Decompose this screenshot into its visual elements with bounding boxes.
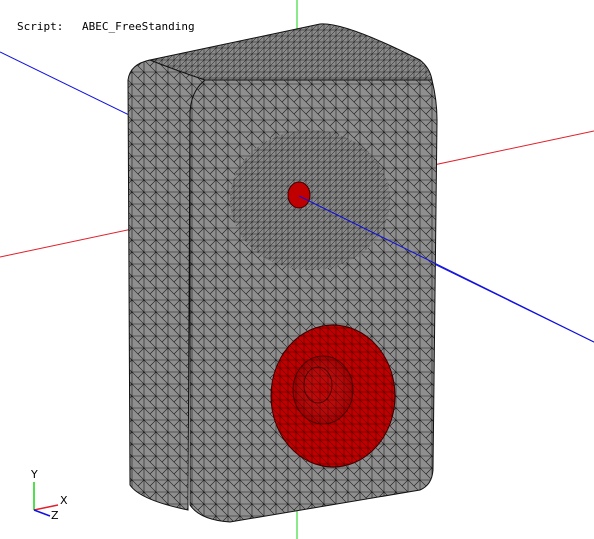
script-label: Script: [17,20,64,33]
3d-viewport[interactable]: Script: ABEC_FreeStanding Y X Z [0,0,594,539]
triad-x-label: X [60,494,68,507]
tweeter-driver [287,181,311,209]
mesh-scene[interactable] [0,0,594,539]
script-name: ABEC_FreeStanding [82,20,195,33]
triad-z-label: Z [51,509,59,522]
tweeter-waveguide [230,130,390,270]
woofer-cone [292,355,354,425]
triad-y-label: Y [31,468,38,481]
